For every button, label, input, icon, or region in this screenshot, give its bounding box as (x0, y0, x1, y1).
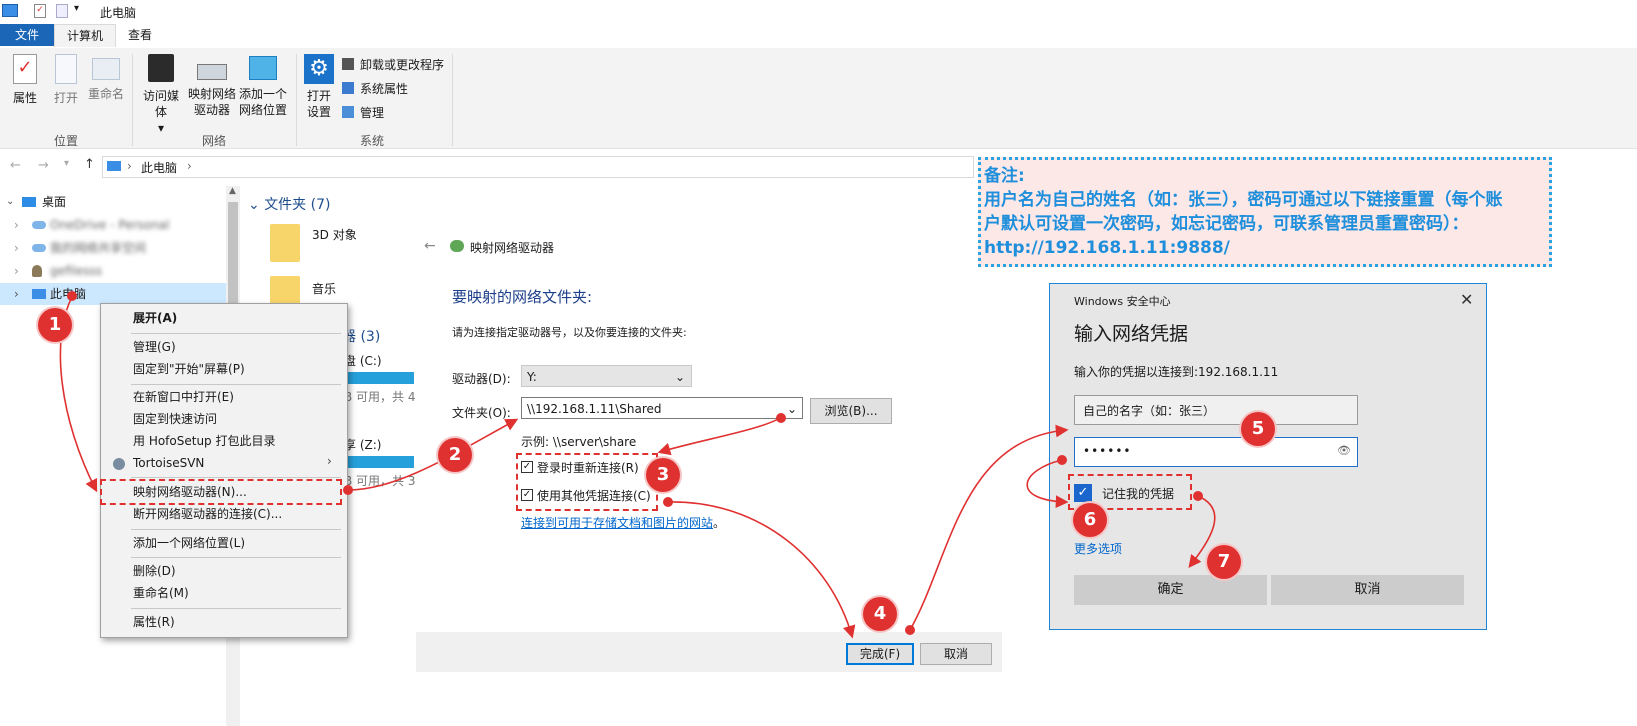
annotation-arrows (59, 291, 1216, 639)
step-badge-2: 2 (438, 438, 472, 472)
step-badge-7: 7 (1207, 545, 1241, 579)
step-badge-6: 6 (1073, 503, 1107, 537)
step-badge-5: 5 (1241, 412, 1275, 446)
step-badge-1: 1 (38, 308, 72, 342)
step-badge-4: 4 (863, 597, 897, 631)
step-badge-3: 3 (646, 458, 680, 492)
